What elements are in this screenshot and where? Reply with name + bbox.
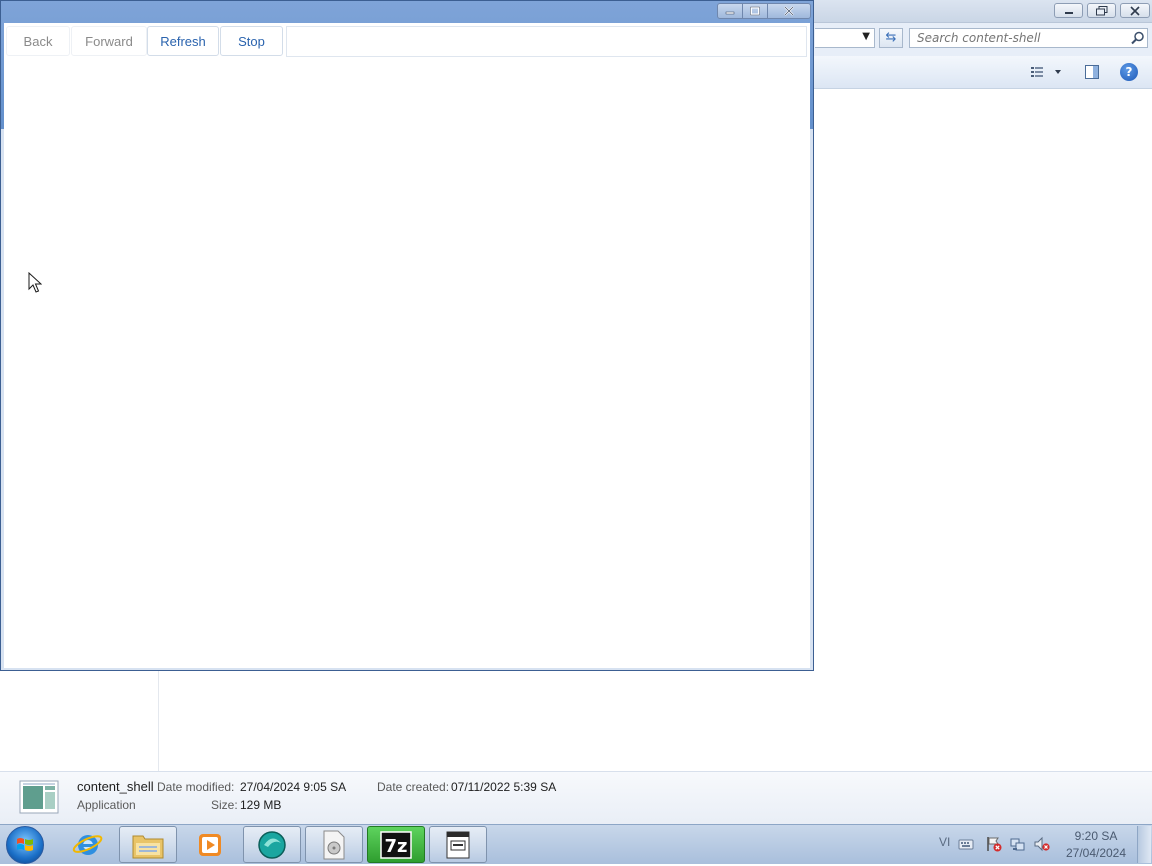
application-file-icon (19, 780, 59, 814)
change-view-icon[interactable] (1029, 64, 1067, 80)
details-date-modified-value: 27/04/2024 9:05 SA (240, 780, 347, 794)
refresh-button[interactable]: Refresh (147, 26, 219, 56)
windows-logo-icon (17, 838, 33, 851)
details-file-name: content_shell (77, 779, 154, 794)
svg-text:7z: 7z (384, 836, 407, 857)
explorer-search-input[interactable] (909, 28, 1148, 48)
chevron-down-icon: ▼ (862, 31, 870, 42)
details-date-created-label: Date created: (377, 780, 450, 794)
details-file-type: Application (77, 798, 136, 812)
restore-icon (1095, 5, 1107, 15)
stop-button[interactable]: Stop (220, 26, 283, 56)
taskbar-content-shell[interactable] (429, 826, 487, 863)
close-icon (784, 6, 794, 16)
volume-muted-icon[interactable] (1034, 836, 1050, 852)
mouse-cursor-icon (28, 272, 42, 293)
details-size-value: 129 MB (240, 798, 282, 812)
preview-pane-icon[interactable] (1084, 64, 1100, 80)
help-icon[interactable]: ? (1120, 63, 1138, 81)
taskbar-teal-app[interactable] (243, 826, 301, 863)
clock-date[interactable]: 27/04/2024 (1062, 846, 1130, 860)
ie-icon (72, 834, 103, 855)
show-desktop-button[interactable] (1137, 826, 1151, 863)
details-date-created-value: 07/11/2022 5:39 SA (451, 780, 557, 794)
taskbar-disc-app[interactable] (305, 826, 363, 863)
content-shell-client-area[interactable]: Back Forward Refresh Stop (4, 23, 810, 668)
taskbar-internet-explorer[interactable] (59, 826, 117, 863)
7zip-icon: 7z (380, 830, 412, 859)
details-size-label: Size: (211, 798, 238, 812)
address-history-dropdown[interactable]: ▼ (815, 28, 875, 48)
explorer-close-button[interactable] (1120, 3, 1150, 18)
address-refresh-button[interactable]: ⇆ (879, 28, 903, 48)
back-button[interactable]: Back (6, 26, 70, 56)
explorer-minimize-button[interactable] (1054, 3, 1083, 18)
keyboard-icon[interactable] (958, 836, 974, 852)
content-shell-window: Back Forward Refresh Stop (0, 0, 814, 671)
network-icon[interactable] (1010, 836, 1026, 852)
content-shell-icon (446, 831, 470, 858)
action-center-flag-icon[interactable] (986, 836, 1002, 852)
teal-app-icon (258, 830, 286, 859)
refresh-icon: ⇆ (885, 30, 897, 45)
disc-icon (323, 830, 345, 859)
taskbar-7zip[interactable]: 7z (367, 826, 425, 863)
explorer-restore-button[interactable] (1087, 3, 1116, 18)
language-indicator[interactable]: VI (939, 835, 950, 849)
close-icon (1130, 5, 1140, 16)
search-icon[interactable] (1131, 31, 1145, 45)
clock-time[interactable]: 9:20 SA (1066, 829, 1126, 843)
taskbar-media-player[interactable] (181, 826, 239, 863)
details-date-modified-label: Date modified: (157, 780, 235, 794)
taskbar-windows-explorer[interactable] (119, 826, 177, 863)
folder-icon (132, 835, 164, 858)
maximize-icon (750, 6, 760, 16)
media-player-icon (199, 833, 221, 856)
start-button[interactable] (6, 826, 44, 864)
content-shell-minimize-button[interactable] (717, 3, 743, 19)
content-shell-close-button[interactable] (767, 3, 811, 19)
url-input[interactable] (286, 26, 807, 57)
content-shell-maximize-button[interactable] (742, 3, 768, 19)
forward-button[interactable]: Forward (71, 26, 147, 56)
minimize-icon (725, 11, 735, 15)
minimize-icon (1064, 11, 1073, 14)
